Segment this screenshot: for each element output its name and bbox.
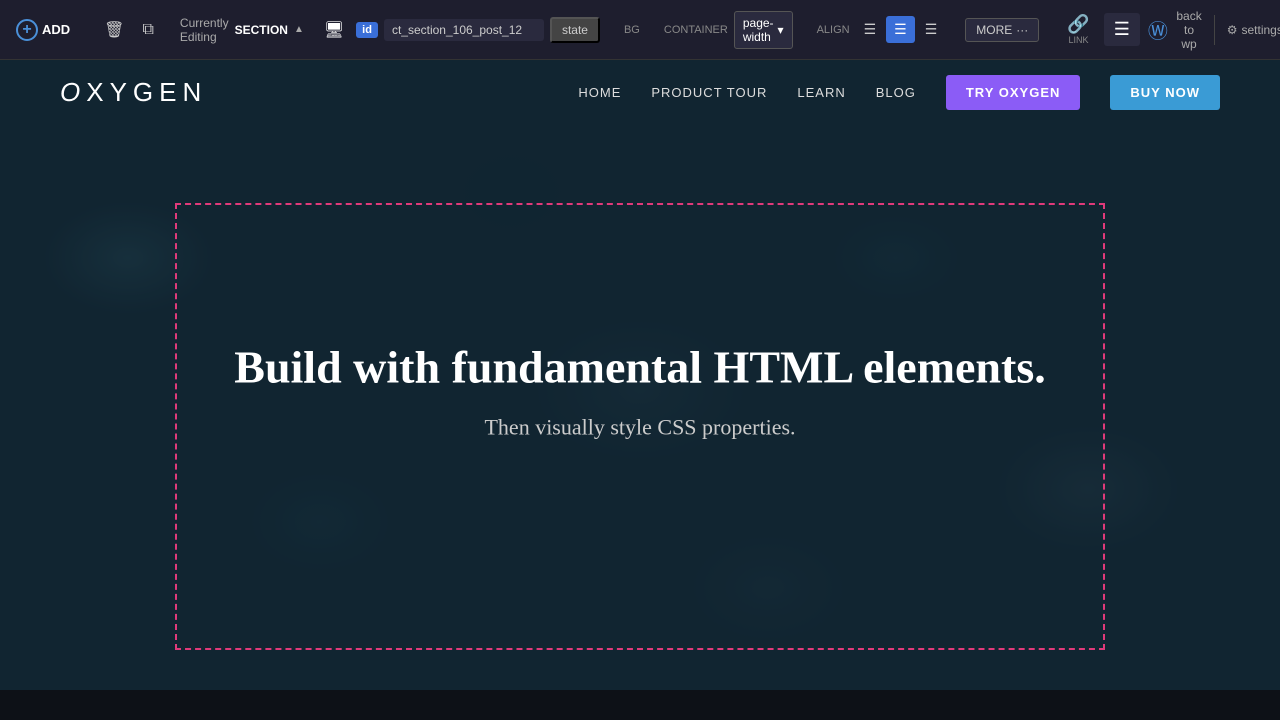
back-to-wp-label: back to wp (1176, 9, 1202, 51)
logo: OXYGEN (60, 77, 207, 108)
align-left-icon: ☰ (864, 21, 877, 37)
link-icon: 🔗 (1067, 14, 1089, 35)
try-oxygen-button[interactable]: TRY OXYGEN (946, 75, 1081, 110)
canvas: OXYGEN HOME PRODUCT TOUR LEARN BLOG TRY … (0, 60, 1280, 720)
back-to-wp-button[interactable]: back to wp (1176, 9, 1202, 51)
add-button[interactable]: + ADD (8, 15, 78, 45)
page-width-select[interactable]: page-width ▾ (734, 11, 793, 49)
delete-button[interactable]: 🗑 (98, 16, 130, 44)
hero-content: Build with fundamental HTML elements. Th… (0, 339, 1280, 440)
align-label: ALIGN (817, 24, 850, 36)
settings-label: settings (1242, 23, 1280, 37)
bg-label: BG (624, 24, 640, 36)
nav-link-product-tour[interactable]: PRODUCT TOUR (651, 85, 767, 100)
section-name: SECTION (235, 23, 288, 37)
add-label: ADD (42, 22, 70, 37)
gear-icon: ⚙ (1227, 23, 1238, 37)
currently-editing: Currently Editing SECTION ▲ (180, 16, 304, 44)
logo-text: OXYGEN (60, 77, 207, 107)
hero-title: Build with fundamental HTML elements. (200, 339, 1080, 394)
link-label: LINK (1068, 35, 1088, 45)
align-right-icon: ☰ (925, 21, 938, 37)
currently-editing-label: Currently Editing (180, 16, 229, 44)
container-label: CONTAINER (664, 24, 728, 36)
arrow-up-icon: ▲ (294, 24, 304, 35)
copy-icon: ⧉ (142, 21, 153, 39)
align-group: ☰ ☰ ☰ (856, 16, 946, 43)
link-button[interactable]: 🔗 LINK (1059, 10, 1097, 49)
trash-icon: 🗑 (104, 20, 124, 40)
more-label: MORE (976, 23, 1012, 37)
nav-link-learn[interactable]: LEARN (797, 85, 845, 100)
element-id-field[interactable] (384, 19, 544, 41)
chevron-down-icon: ▾ (778, 23, 784, 37)
hamburger-button[interactable]: ☰ (1104, 13, 1140, 46)
align-right-button[interactable]: ☰ (917, 16, 946, 43)
hero-subtitle: Then visually style CSS properties. (200, 415, 1080, 441)
state-badge[interactable]: state (550, 17, 600, 43)
bottom-bar (0, 690, 1280, 720)
nav-link-home[interactable]: HOME (578, 85, 621, 100)
toolbar-right: ☰ Ⓦ back to wp ⚙ settings SAVE (1104, 9, 1280, 51)
more-dots-label: ··· (1016, 23, 1028, 37)
page-width-value: page-width (743, 16, 774, 44)
toolbar: + ADD 🗑 ⧉ Currently Editing SECTION ▲ 🖥 … (0, 0, 1280, 60)
nav-link-blog[interactable]: BLOG (876, 85, 916, 100)
settings-button[interactable]: ⚙ settings (1227, 23, 1280, 37)
id-badge: id (356, 22, 378, 38)
nav-bar: OXYGEN HOME PRODUCT TOUR LEARN BLOG TRY … (0, 60, 1280, 125)
state-label: state (562, 23, 588, 37)
more-button[interactable]: MORE ··· (965, 18, 1039, 42)
duplicate-button[interactable]: ⧉ (136, 17, 159, 43)
align-center-button[interactable]: ☰ (886, 16, 915, 43)
buy-now-button[interactable]: BUY NOW (1110, 75, 1220, 110)
wp-icon: Ⓦ (1148, 15, 1168, 44)
add-circle-icon: + (16, 19, 38, 41)
nav-links: HOME PRODUCT TOUR LEARN BLOG TRY OXYGEN … (578, 75, 1220, 110)
desktop-icon[interactable]: 🖥 (318, 16, 350, 44)
align-center-icon: ☰ (894, 21, 907, 37)
align-left-button[interactable]: ☰ (856, 16, 885, 43)
